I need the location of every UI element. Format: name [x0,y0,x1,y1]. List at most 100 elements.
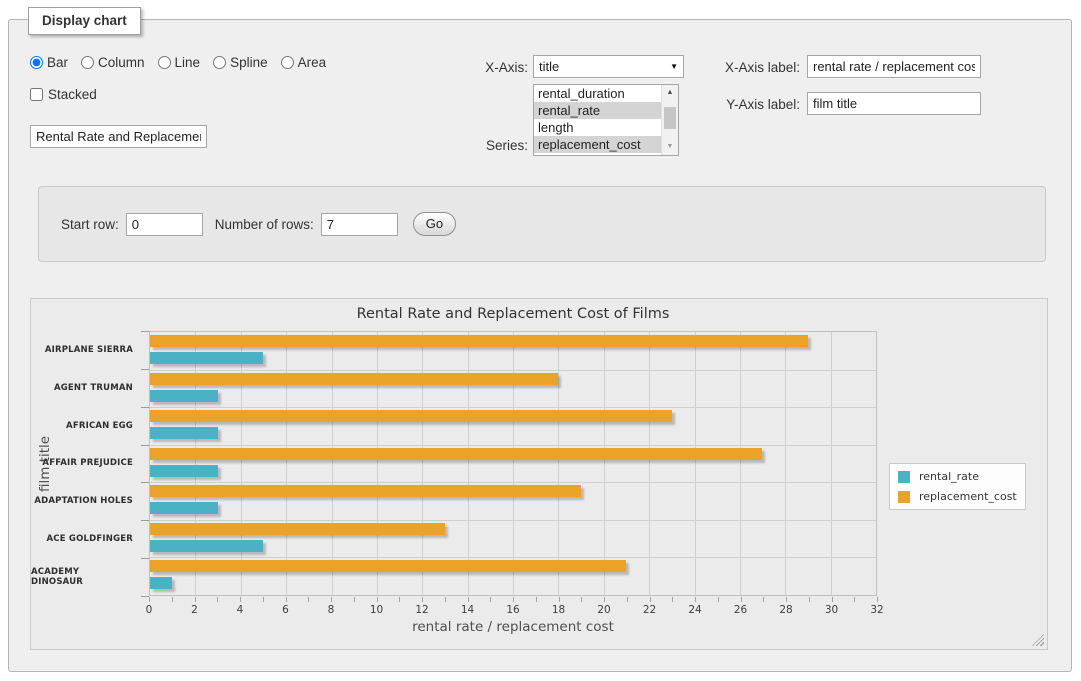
chart-type-label: Bar [47,55,68,70]
number-of-rows-input[interactable] [321,213,398,236]
x-tick-label: 24 [688,604,701,616]
chart-type-option-spline[interactable]: Spline [213,55,268,70]
gridline-v [332,332,333,595]
stacked-checkbox[interactable] [30,88,43,101]
x-tick-mark [513,597,514,602]
gridline-v [513,332,514,595]
chart-type-option-area[interactable]: Area [281,55,327,70]
gridline-v [286,332,287,595]
chart-type-option-column[interactable]: Column [81,55,145,70]
x-tick-label: 4 [237,604,244,616]
x-axis-label-label: X-Axis label: [695,60,800,75]
bar-replacement_cost [150,335,808,347]
series-option-rental_duration[interactable]: rental_duration [534,85,661,102]
x-tick-mark [786,597,787,602]
chart-type-radio-column[interactable] [81,56,94,69]
x-tick-label: 28 [779,604,792,616]
gridline-v [558,332,559,595]
chart-type-label: Line [175,55,201,70]
bar-replacement_cost [150,560,626,572]
gridline-v [241,332,242,595]
x-tick-mark [399,597,400,602]
series-scrollbar[interactable]: ▲ ▼ [661,85,678,155]
plot-grid [149,331,877,596]
chart-type-radio-bar[interactable] [30,56,43,69]
gridline-v [468,332,469,595]
y-tick-mark [141,596,149,597]
x-tick-label: 14 [461,604,474,616]
chart-type-option-line[interactable]: Line [158,55,201,70]
category-label: AFRICAN EGG [31,407,133,445]
x-tick-mark [604,597,605,602]
stacked-checkbox-row: Stacked [30,87,97,102]
chart-y-ticks [141,331,149,597]
chart-type-radio-group: Bar Column Line Spline Area [30,55,326,70]
x-tick-mark [832,597,833,602]
chart-x-axis-title: rental rate / replacement cost [149,619,877,635]
x-tick-mark [149,597,150,602]
gridline-h [150,370,876,371]
series-option-length[interactable]: length [534,119,661,136]
chart-type-radio-line[interactable] [158,56,171,69]
x-axis-label-input[interactable] [807,55,981,78]
x-tick-label: 20 [597,604,610,616]
gridline-v [740,332,741,595]
chart-title-input[interactable] [30,125,207,148]
gridline-v [695,332,696,595]
category-label: AFFAIR PREJUDICE [31,445,133,483]
chart-legend: rental_ratereplacement_cost [889,463,1026,510]
y-axis-label-input[interactable] [807,92,981,115]
x-tick-mark [627,597,628,602]
category-label: AGENT TRUMAN [31,369,133,407]
bar-rental_rate [150,465,218,477]
series-options: rental_durationrental_ratelengthreplacem… [534,85,661,155]
bar-rental_rate [150,502,218,514]
go-button[interactable]: Go [413,212,456,236]
x-tick-mark [559,597,560,602]
gridline-h [150,520,876,521]
x-tick-mark [581,597,582,602]
x-tick-label: 22 [643,604,656,616]
rows-panel: Start row: Number of rows: Go [38,186,1046,262]
series-list-label: Series: [440,138,528,153]
gridline-v [785,332,786,595]
legend-label: replacement_cost [919,490,1017,503]
resize-handle-icon[interactable] [1032,634,1044,646]
y-axis-label-label: Y-Axis label: [695,97,800,112]
scrollbar-thumb[interactable] [664,107,676,129]
x-tick-mark [354,597,355,602]
start-row-label: Start row: [61,217,119,232]
x-tick-mark [741,597,742,602]
chart-type-label: Spline [230,55,268,70]
gridline-v [377,332,378,595]
x-tick-mark [445,597,446,602]
bar-replacement_cost [150,448,762,460]
x-tick-label: 26 [734,604,747,616]
x-tick-mark [172,597,173,602]
x-tick-mark [650,597,651,602]
gridline-v [831,332,832,595]
series-listbox[interactable]: rental_durationrental_ratelengthreplacem… [533,84,679,156]
bar-rental_rate [150,577,172,589]
scroll-down-icon[interactable]: ▼ [662,139,678,155]
y-tick-mark [141,558,149,559]
x-axis-select[interactable]: title [533,55,684,78]
chart-type-radio-spline[interactable] [213,56,226,69]
series-option-replacement_cost[interactable]: replacement_cost [534,136,661,153]
category-label: ACADEMY DINOSAUR [31,558,133,596]
number-of-rows-label: Number of rows: [215,217,314,232]
x-tick-mark [286,597,287,602]
start-row-input[interactable] [126,213,203,236]
chart-type-radio-area[interactable] [281,56,294,69]
series-option-rental_rate[interactable]: rental_rate [534,102,661,119]
x-tick-label: 10 [370,604,383,616]
chart-type-option-bar[interactable]: Bar [30,55,68,70]
bar-replacement_cost [150,485,581,497]
category-label: ADAPTATION HOLES [31,482,133,520]
bar-rental_rate [150,427,218,439]
x-tick-mark [763,597,764,602]
scroll-up-icon[interactable]: ▲ [662,85,678,101]
chart-title: Rental Rate and Replacement Cost of Film… [149,306,877,322]
chart-container: Rental Rate and Replacement Cost of Film… [30,298,1048,650]
x-tick-mark [217,597,218,602]
